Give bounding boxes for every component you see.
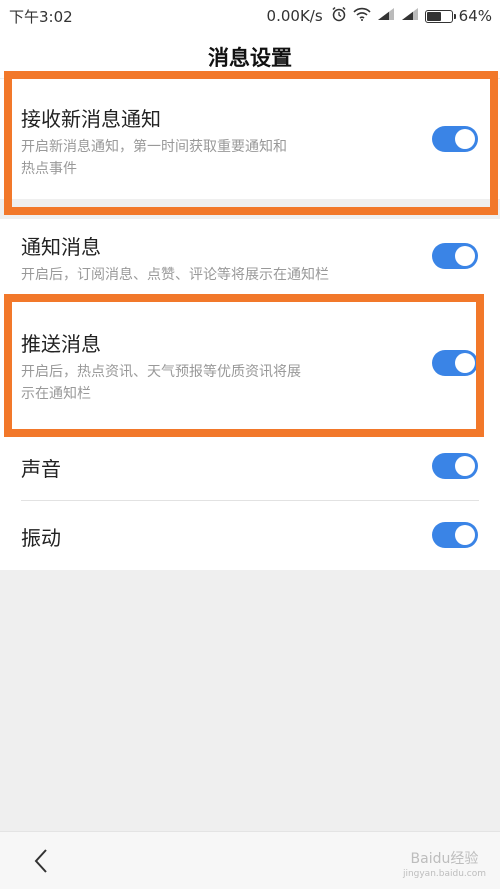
sound-toggle[interactable] xyxy=(432,453,478,479)
highlight-box xyxy=(4,294,484,437)
vibrate-toggle[interactable] xyxy=(432,522,478,548)
battery-icon xyxy=(424,9,456,23)
setting-row-sound: 声音 xyxy=(0,431,500,500)
setting-row-vibrate: 振动 xyxy=(0,501,500,570)
watermark: Baidu经验 jingyan.baidu.com xyxy=(403,848,486,879)
setting-title: 声音 xyxy=(21,457,61,481)
setting-desc: 开启后，订阅消息、点赞、评论等将展示在通知栏 xyxy=(21,267,329,283)
setting-title: 振动 xyxy=(21,526,61,550)
back-button[interactable] xyxy=(30,846,54,876)
status-icons: 0.00K/s 64% xyxy=(267,6,492,26)
chevron-left-icon xyxy=(34,849,47,873)
toggle-knob xyxy=(455,525,475,545)
watermark-logo: Baidu经验 xyxy=(410,851,479,867)
setting-row-notify: 通知消息 开启后，订阅消息、点赞、评论等将展示在通知栏 xyxy=(0,219,500,301)
status-time: 下午3:02 xyxy=(9,8,73,26)
toggle-knob xyxy=(455,456,475,476)
page-title: 消息设置 xyxy=(208,46,292,70)
highlight-box xyxy=(4,71,498,215)
signal-icon xyxy=(377,7,395,25)
signal-icon xyxy=(401,7,419,25)
setting-title: 通知消息 xyxy=(21,235,101,259)
watermark-url: jingyan.baidu.com xyxy=(402,869,486,879)
wifi-icon xyxy=(353,7,371,25)
battery-percent: 64% xyxy=(458,7,492,25)
toggle-knob xyxy=(455,246,475,266)
notify-toggle[interactable] xyxy=(432,243,478,269)
bottom-bar: Baidu经验 jingyan.baidu.com xyxy=(0,831,500,889)
status-bar: 下午3:02 0.00K/s 64% xyxy=(0,0,500,30)
alarm-icon xyxy=(331,6,347,26)
network-speed: 0.00K/s xyxy=(266,7,323,25)
